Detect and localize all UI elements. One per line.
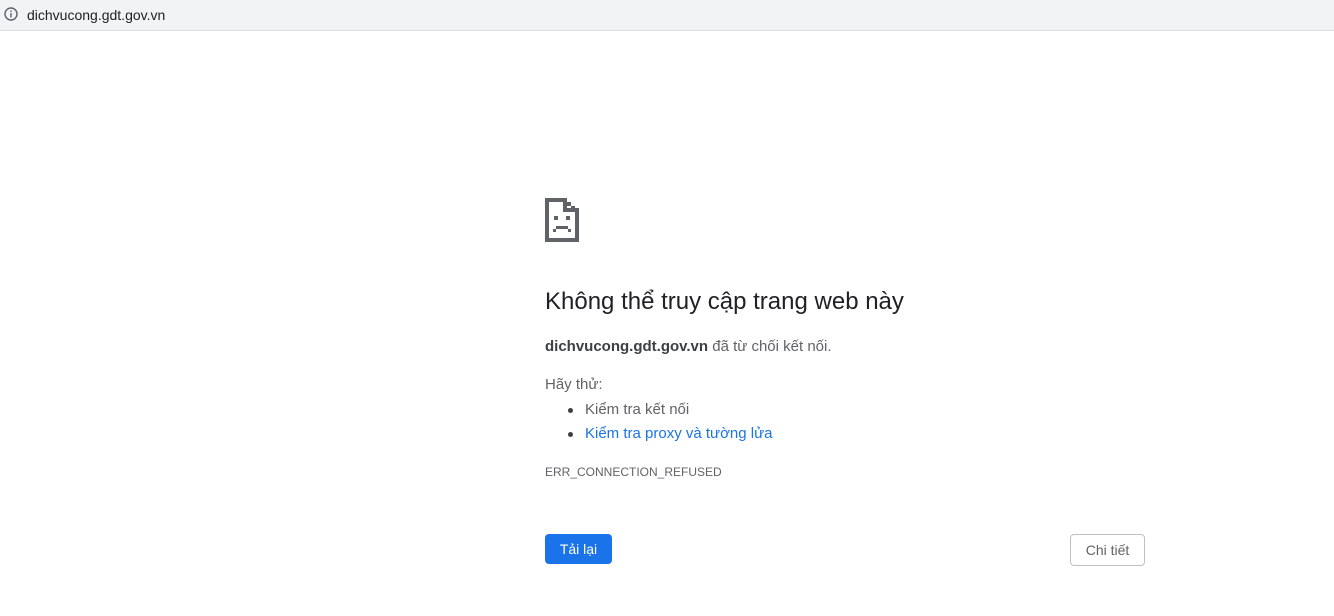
list-item: Kiểm tra kết nối bbox=[545, 398, 773, 422]
suggestion-check-proxy-link[interactable]: Kiểm tra proxy và tường lửa bbox=[585, 425, 773, 442]
suggestion-check-connection: Kiểm tra kết nối bbox=[585, 401, 690, 418]
list-item[interactable]: Kiểm tra proxy và tường lửa bbox=[545, 422, 773, 446]
error-host: dichvucong.gdt.gov.vn bbox=[545, 338, 709, 355]
error-summary: dichvucong.gdt.gov.vn đã từ chối kết nối… bbox=[545, 337, 832, 357]
reload-button[interactable]: Tải lại bbox=[545, 534, 612, 564]
url-text[interactable]: dichvucong.gdt.gov.vn bbox=[27, 6, 165, 24]
info-icon[interactable] bbox=[4, 7, 18, 21]
suggestion-list: Kiểm tra kết nối Kiểm tra proxy và tường… bbox=[545, 398, 773, 446]
error-summary-text: đã từ chối kết nối. bbox=[708, 338, 832, 355]
details-button[interactable]: Chi tiết bbox=[1070, 534, 1145, 566]
address-bar[interactable]: dichvucong.gdt.gov.vn bbox=[0, 0, 1334, 31]
page-title: Không thể truy cập trang web này bbox=[545, 288, 904, 315]
try-label: Hãy thử: bbox=[545, 376, 603, 393]
sad-page-icon bbox=[545, 198, 579, 242]
bullet-icon bbox=[568, 408, 573, 413]
error-code: ERR_CONNECTION_REFUSED bbox=[545, 465, 722, 479]
bullet-icon bbox=[568, 432, 573, 437]
